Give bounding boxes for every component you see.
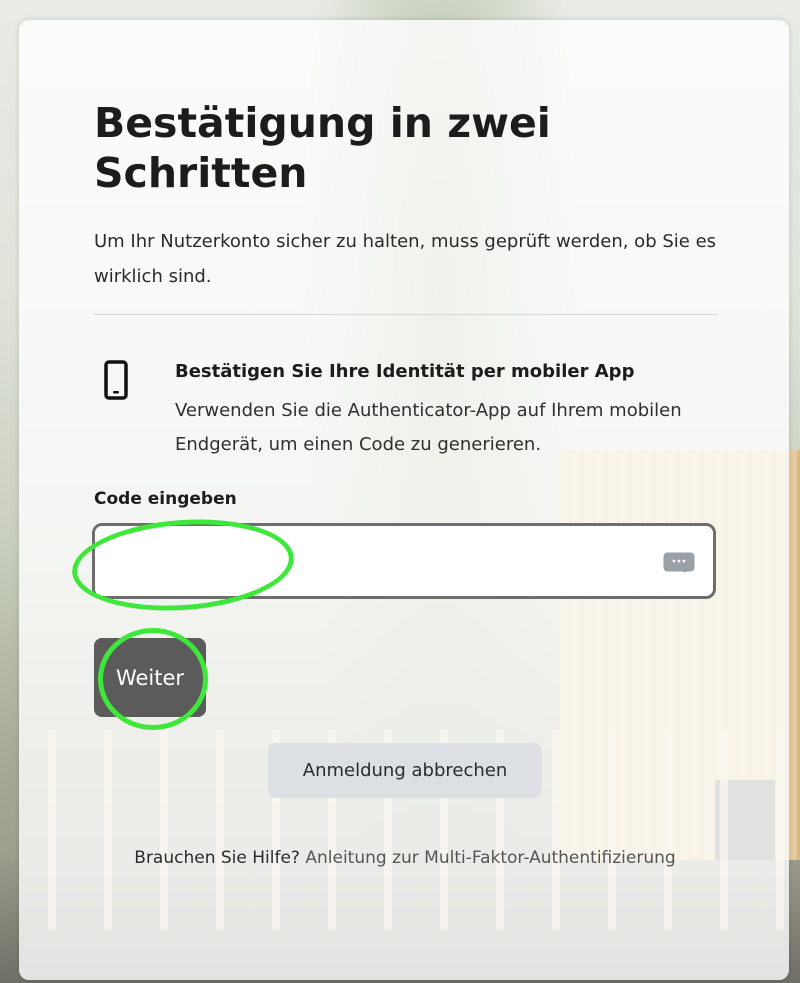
code-input[interactable] [95,526,655,596]
keyboard-icon[interactable] [663,552,695,572]
method-title: Bestätigen Sie Ihre Identität per mobile… [175,361,635,382]
divider [94,314,718,315]
mobile-phone-icon [104,360,128,400]
next-button[interactable]: Weiter [94,638,206,717]
code-input-container[interactable] [92,523,716,599]
mfa-guide-link[interactable]: Anleitung zur Multi-Faktor-Authentifizie… [305,848,675,868]
page-title: Bestätigung in zwei Schritten [94,99,551,197]
help-question: Brauchen Sie Hilfe? [134,848,300,868]
page-subtitle: Um Ihr Nutzerkonto sicher zu halten, mus… [94,231,717,287]
help-section: Brauchen Sie Hilfe? Anleitung zur Multi-… [100,842,710,874]
cancel-login-button[interactable]: Anmeldung abbrechen [268,743,542,798]
method-description: Verwenden Sie die Authenticator-App auf … [175,400,682,455]
code-label: Code eingeben [94,489,237,509]
